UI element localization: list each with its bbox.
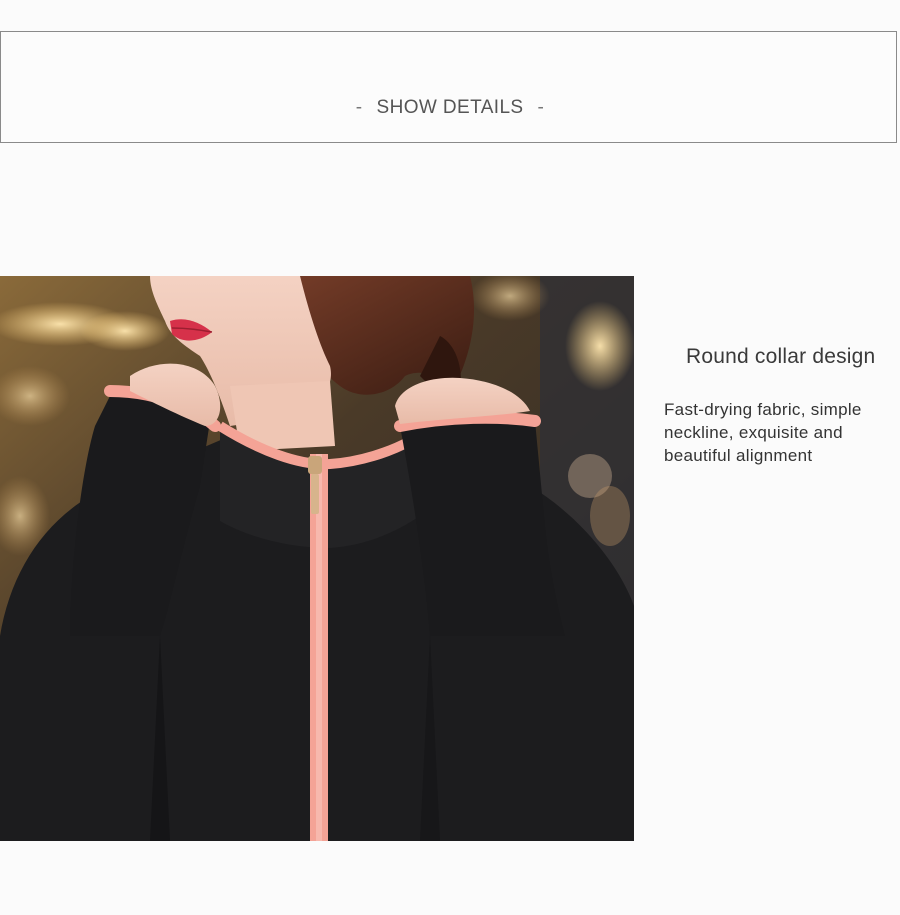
feature-description: Fast-drying fabric, simple neckline, exq…: [664, 400, 862, 465]
heading-dash-left: -: [355, 97, 363, 118]
product-photo-illustration: [0, 276, 634, 841]
product-photo: [0, 276, 634, 841]
section-heading: - SHOW DETAILS -: [0, 96, 900, 120]
header-box: [0, 31, 897, 143]
heading-text: SHOW DETAILS: [376, 97, 524, 118]
feature-title: Round collar design: [686, 345, 876, 368]
heading-dash-right: -: [537, 97, 545, 118]
